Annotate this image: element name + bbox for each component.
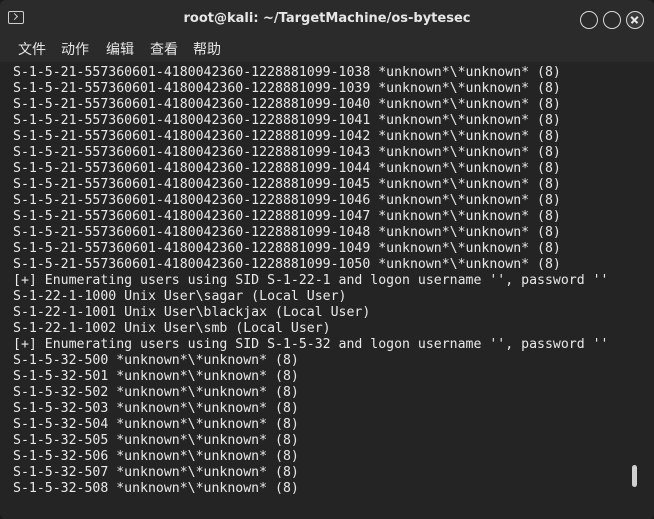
terminal-line: S-1-5-32-501 *unknown*\*unknown* (8) bbox=[13, 369, 299, 384]
terminal-line: S-1-5-21-557360601-4180042360-1228881099… bbox=[13, 241, 561, 256]
terminal-line: S-1-5-21-557360601-4180042360-1228881099… bbox=[13, 97, 561, 112]
terminal-line: S-1-5-32-503 *unknown*\*unknown* (8) bbox=[13, 401, 299, 416]
terminal-line: S-1-22-1-1002 Unix User\smb (Local User) bbox=[13, 321, 331, 336]
terminal-line: S-1-5-21-557360601-4180042360-1228881099… bbox=[13, 209, 561, 224]
window-title: root@kali: ~/TargetMachine/os-bytesec bbox=[183, 11, 471, 26]
menu-file[interactable]: 文件 bbox=[18, 39, 46, 59]
terminal-line: S-1-5-21-557360601-4180042360-1228881099… bbox=[13, 145, 561, 160]
terminal-line: S-1-5-32-507 *unknown*\*unknown* (8) bbox=[13, 465, 299, 480]
maximize-icon[interactable] bbox=[603, 11, 621, 29]
menu-bar: 文件 动作 编辑 查看 帮助 bbox=[0, 36, 654, 62]
terminal-line: S-1-5-21-557360601-4180042360-1228881099… bbox=[13, 81, 561, 96]
terminal-line: S-1-5-21-557360601-4180042360-1228881099… bbox=[13, 129, 561, 144]
terminal-line: S-1-5-32-508 *unknown*\*unknown* (8) bbox=[13, 481, 299, 496]
terminal-line: S-1-5-21-557360601-4180042360-1228881099… bbox=[13, 257, 561, 272]
terminal-output[interactable]: S-1-5-21-557360601-4180042360-1228881099… bbox=[0, 62, 654, 519]
terminal-line: S-1-5-21-557360601-4180042360-1228881099… bbox=[13, 225, 561, 240]
menu-view[interactable]: 查看 bbox=[150, 39, 178, 59]
terminal-line: [+] Enumerating users using SID S-1-22-1… bbox=[13, 273, 609, 288]
terminal-line: S-1-22-1-1001 Unix User\blackjax (Local … bbox=[13, 305, 371, 320]
close-icon[interactable] bbox=[626, 11, 644, 29]
terminal-line: S-1-22-1-1000 Unix User\sagar (Local Use… bbox=[13, 289, 347, 304]
minimize-icon[interactable] bbox=[580, 11, 598, 29]
menu-action[interactable]: 动作 bbox=[61, 39, 89, 59]
terminal-line: S-1-5-21-557360601-4180042360-1228881099… bbox=[13, 193, 561, 208]
terminal-line: S-1-5-32-500 *unknown*\*unknown* (8) bbox=[13, 353, 299, 368]
terminal-line: S-1-5-32-502 *unknown*\*unknown* (8) bbox=[13, 385, 299, 400]
terminal-line: S-1-5-21-557360601-4180042360-1228881099… bbox=[13, 161, 561, 176]
scrollbar-thumb[interactable] bbox=[632, 465, 637, 487]
menu-help[interactable]: 帮助 bbox=[193, 39, 221, 59]
terminal-line: S-1-5-21-557360601-4180042360-1228881099… bbox=[13, 65, 561, 80]
terminal-line: S-1-5-32-506 *unknown*\*unknown* (8) bbox=[13, 449, 299, 464]
terminal-window: root@kali: ~/TargetMachine/os-bytesec 文件… bbox=[0, 0, 654, 519]
title-bar[interactable]: root@kali: ~/TargetMachine/os-bytesec bbox=[0, 0, 654, 36]
terminal-line: S-1-5-21-557360601-4180042360-1228881099… bbox=[13, 113, 561, 128]
terminal-line: S-1-5-32-504 *unknown*\*unknown* (8) bbox=[13, 417, 299, 432]
terminal-line: S-1-5-21-557360601-4180042360-1228881099… bbox=[13, 177, 561, 192]
terminal-line: [+] Enumerating users using SID S-1-5-32… bbox=[13, 337, 609, 352]
terminal-line: S-1-5-32-505 *unknown*\*unknown* (8) bbox=[13, 433, 299, 448]
menu-edit[interactable]: 编辑 bbox=[106, 39, 134, 59]
